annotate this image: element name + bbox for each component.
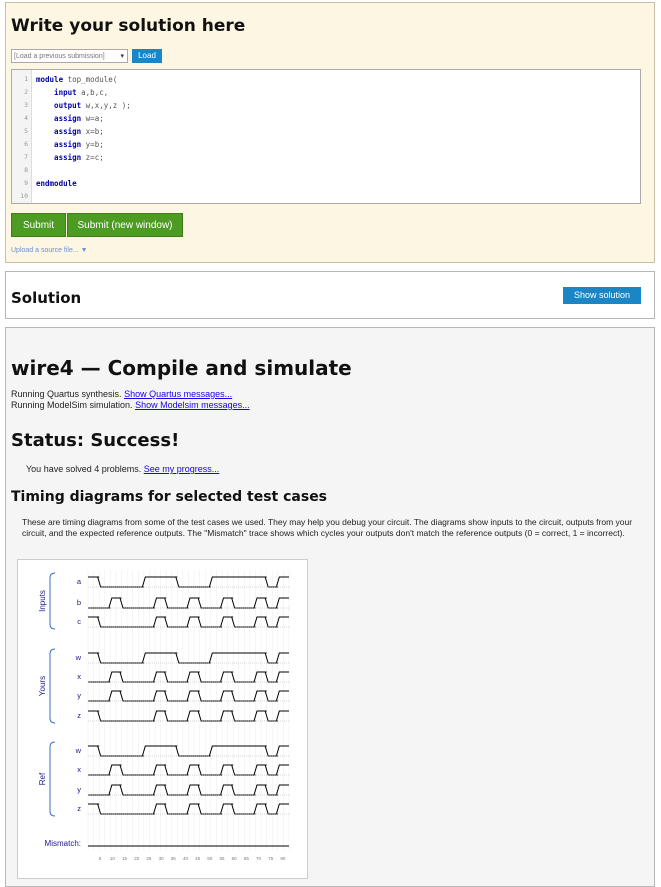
tick-label: 35: [171, 856, 177, 861]
code-text: w,x,y,z );: [81, 101, 131, 110]
code-keyword: endmodule: [36, 179, 77, 188]
signal-label: a: [77, 577, 82, 586]
timing-description: These are timing diagrams from some of t…: [22, 517, 633, 538]
code-line: input a,b,c,: [36, 88, 108, 97]
code-text: y=b;: [81, 140, 104, 149]
code-text: top_module(: [63, 75, 118, 84]
line-number: 3: [24, 101, 28, 109]
tick-label: 45: [195, 856, 201, 861]
tick-label: 70: [256, 856, 262, 861]
signal-label: z: [77, 711, 81, 720]
quartus-text: Running Quartus synthesis.: [11, 389, 125, 399]
status-heading: Status: Success!: [11, 430, 180, 451]
show-solution-button[interactable]: Show solution: [563, 287, 641, 304]
line-number: 6: [24, 140, 28, 148]
tick-label: 55: [219, 856, 225, 861]
solved-text: You have solved 4 problems.: [26, 464, 144, 474]
code-keyword: assign: [36, 153, 82, 162]
signal-label: w: [75, 653, 82, 662]
tick-label: 25: [146, 856, 152, 861]
submit-new-window-button[interactable]: Submit (new window): [67, 213, 183, 237]
tick-label: 10: [110, 856, 116, 861]
code-line: endmodule: [36, 179, 77, 188]
line-number: 5: [24, 127, 28, 135]
code-keyword: input: [36, 88, 77, 97]
code-text: w=a;: [81, 114, 104, 123]
tick-label: 20: [134, 856, 140, 861]
load-submission-select[interactable]: [Load a previous submission] ▾: [11, 49, 128, 63]
code-text: a,b,c,: [76, 88, 109, 97]
group-label: Yours: [38, 676, 47, 696]
tick-label: 40: [183, 856, 189, 861]
signal-label: x: [77, 672, 81, 681]
line-number: 7: [24, 153, 28, 161]
code-line: output w,x,y,z );: [36, 101, 131, 110]
line-number: 4: [24, 114, 28, 122]
solution-panel: [5, 271, 655, 319]
line-number: 9: [24, 179, 28, 187]
quartus-line: Running Quartus synthesis. Show Quartus …: [11, 389, 232, 399]
signal-label: y: [77, 691, 81, 700]
signal-label: b: [77, 598, 81, 607]
line-number: 10: [20, 192, 28, 200]
show-modelsim-link[interactable]: Show Modelsim messages...: [135, 400, 250, 410]
load-select-label: [Load a previous submission]: [14, 53, 105, 60]
modelsim-line: Running ModelSim simulation. Show Models…: [11, 400, 250, 410]
submit-button[interactable]: Submit: [11, 213, 66, 237]
line-number: 1: [24, 75, 28, 83]
code-line: module top_module(: [36, 75, 117, 84]
tick-label: 30: [159, 856, 165, 861]
editor-title: Write your solution here: [11, 16, 246, 36]
mismatch-label: Mismatch:: [45, 839, 81, 848]
code-keyword: output: [36, 101, 82, 110]
editor-gutter: 1 2 3 4 5 6 7 8 9 10: [12, 70, 32, 203]
see-progress-link[interactable]: See my progress...: [144, 464, 220, 474]
show-quartus-link[interactable]: Show Quartus messages...: [124, 389, 232, 399]
solved-line: You have solved 4 problems. See my progr…: [26, 464, 219, 474]
code-text: x=b;: [81, 127, 104, 136]
group-bracket: [49, 648, 56, 724]
tick-label: 50: [207, 856, 213, 861]
load-button[interactable]: Load: [132, 49, 162, 63]
code-keyword: module: [36, 75, 64, 84]
tick-label: 15: [122, 856, 128, 861]
modelsim-text: Running ModelSim simulation.: [11, 400, 136, 410]
signal-label: w: [75, 746, 82, 755]
line-number: 2: [24, 88, 28, 96]
tick-label: 75: [268, 856, 274, 861]
chevron-down-icon: ▾: [120, 53, 124, 60]
code-line: assign x=b;: [36, 127, 104, 136]
line-number: 8: [24, 166, 28, 174]
tick-label: 65: [244, 856, 250, 861]
timing-heading: Timing diagrams for selected test cases: [11, 489, 328, 505]
group-label: Inputs: [38, 590, 47, 612]
timing-svg: Inputs a b c Yours w x y z Ref w x y z Mismatch: 5 10 15 2…: [38, 570, 290, 861]
upload-source-link[interactable]: Upload a source file... ▼: [11, 247, 88, 254]
group-bracket: [49, 741, 56, 817]
group-label: Ref: [38, 772, 47, 785]
signal-label: x: [77, 765, 81, 774]
solution-title: Solution: [11, 289, 82, 307]
code-keyword: assign: [36, 127, 82, 136]
code-line: assign y=b;: [36, 140, 104, 149]
code-line: assign w=a;: [36, 114, 104, 123]
code-text: z=c;: [81, 153, 104, 162]
signal-label: c: [77, 617, 81, 626]
group-bracket: [49, 572, 56, 630]
code-line: assign z=c;: [36, 153, 104, 162]
signal-label: y: [77, 785, 81, 794]
timing-diagram: Inputs a b c Yours w x y z Ref w x y z Mismatch: 5 10 15 2…: [17, 559, 308, 879]
tick-label: 5: [99, 856, 102, 861]
results-title: wire4 — Compile and simulate: [11, 356, 352, 380]
tick-label: 60: [232, 856, 238, 861]
code-editor[interactable]: 1 2 3 4 5 6 7 8 9 10 module top_module( input a,b…: [11, 69, 641, 204]
tick-label: 80: [280, 856, 286, 861]
code-keyword: assign: [36, 114, 82, 123]
signal-label: z: [77, 804, 81, 813]
code-keyword: assign: [36, 140, 82, 149]
